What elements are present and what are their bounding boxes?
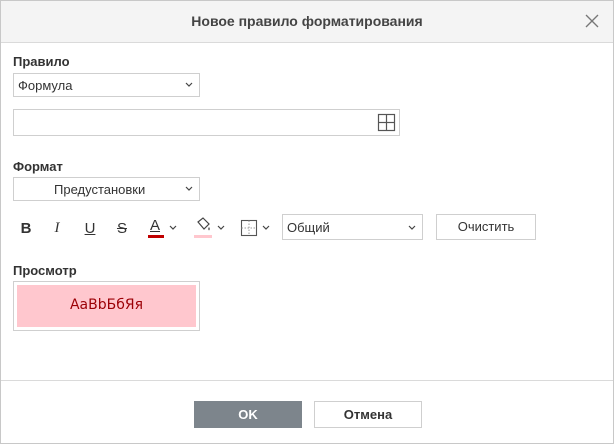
- font-color-icon: A: [147, 217, 165, 239]
- dialog-titlebar: Новое правило форматирования: [1, 1, 613, 43]
- rule-type-select[interactable]: Формула: [13, 73, 200, 97]
- italic-icon: I: [54, 219, 60, 236]
- fill-color-button[interactable]: [190, 216, 228, 240]
- cancel-button[interactable]: Отмена: [314, 401, 422, 428]
- dialog-title: Новое правило форматирования: [191, 13, 423, 29]
- select-range-icon[interactable]: [377, 113, 396, 132]
- chevron-down-icon: [185, 186, 193, 191]
- close-icon[interactable]: [583, 12, 601, 30]
- chevron-down-icon: [169, 225, 177, 230]
- preset-value: Предустановки: [54, 182, 146, 197]
- preview-section-label: Просмотр: [13, 263, 77, 278]
- italic-button[interactable]: I: [46, 216, 68, 240]
- ok-button[interactable]: OK: [194, 401, 302, 428]
- new-formatting-rule-dialog: Новое правило форматирования Правило Фор…: [0, 0, 614, 444]
- footer-divider: [1, 380, 613, 381]
- preview-sample: АаВbБбЯя: [17, 285, 196, 327]
- fill-color-bar: [194, 235, 212, 238]
- rule-type-value: Формула: [18, 78, 73, 93]
- rule-section-label: Правило: [13, 54, 70, 69]
- format-section-label: Формат: [13, 159, 63, 174]
- number-format-select[interactable]: Общий: [282, 214, 423, 240]
- bold-button[interactable]: B: [15, 216, 37, 240]
- borders-button[interactable]: [237, 216, 273, 240]
- chevron-down-icon: [217, 225, 225, 230]
- clear-button[interactable]: Очистить: [436, 214, 536, 240]
- chevron-down-icon: [408, 225, 416, 230]
- chevron-down-icon: [262, 225, 270, 230]
- bold-icon: B: [20, 219, 32, 237]
- preview-box: АаВbБбЯя: [13, 281, 200, 331]
- preset-select[interactable]: Предустановки: [13, 177, 200, 201]
- font-color-bar: [148, 235, 164, 238]
- strikethrough-icon: S: [116, 219, 127, 237]
- borders-icon: [240, 219, 258, 237]
- underline-icon: U: [84, 219, 96, 237]
- chevron-down-icon: [185, 82, 193, 87]
- fill-bucket-icon: [193, 217, 213, 239]
- number-format-value: Общий: [287, 220, 330, 235]
- formula-input[interactable]: [13, 109, 400, 136]
- font-color-button[interactable]: A: [144, 216, 180, 240]
- underline-button[interactable]: U: [79, 216, 101, 240]
- strikethrough-button[interactable]: S: [111, 216, 133, 240]
